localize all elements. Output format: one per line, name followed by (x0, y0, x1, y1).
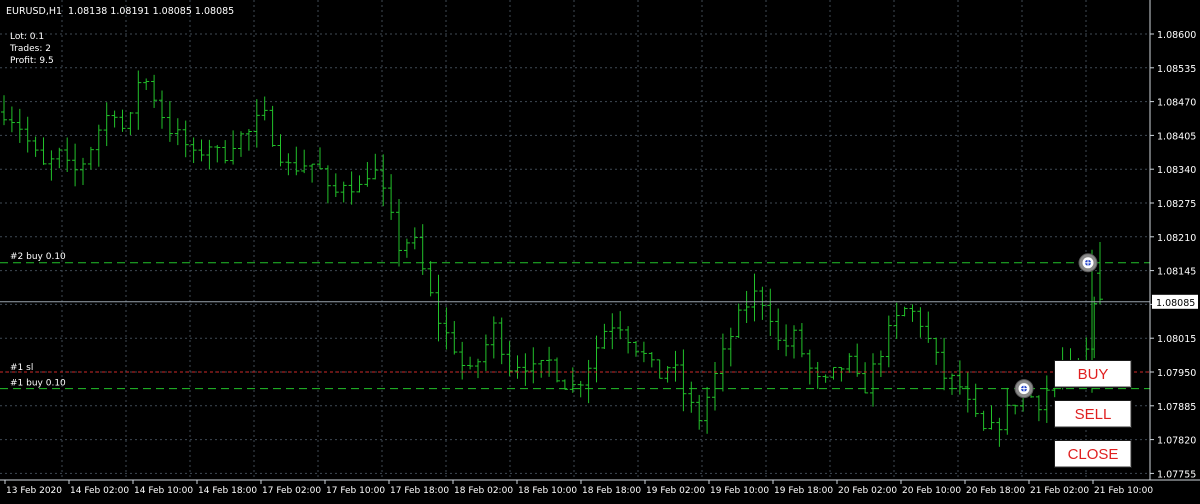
ohlc-readout: 1.08138 1.08191 1.08085 1.08085 (68, 6, 234, 17)
chart-background (0, 0, 1200, 500)
time-tick-label: 19 Feb 18:00 (774, 486, 833, 496)
price-chart[interactable]: 1.08600 1.08535 1.08470 1.08405 1.08340 1.082… (0, 0, 1200, 500)
time-tick-label: 21 Feb 02:00 (1030, 486, 1089, 496)
time-tick-label: 14 Feb 10:00 (134, 486, 193, 496)
time-tick-label: 17 Feb 02:00 (262, 486, 321, 496)
current-price-text: 1.08085 (1156, 298, 1195, 309)
price-tick-label: 1.07885 (1157, 402, 1196, 413)
order-label-buy2: #2 buy 0.10 (10, 252, 66, 262)
time-tick-label: 13 Feb 2020 (6, 486, 62, 496)
info-lot: Lot: 0.1 (10, 32, 44, 42)
price-tick-label: 1.07820 (1157, 436, 1196, 447)
close-button[interactable]: CLOSE (1054, 440, 1132, 468)
current-price-tag: 1.08085 (1152, 294, 1198, 309)
price-tick-label: 1.07755 (1157, 469, 1196, 480)
order-label-sl1: #1 sl (10, 363, 33, 373)
price-tick-label: 1.08535 (1157, 64, 1196, 75)
price-tick-label: 1.08470 (1157, 98, 1196, 109)
trade-entry-marker-icon[interactable] (1014, 379, 1034, 399)
time-tick-label: 20 Feb 02:00 (838, 486, 897, 496)
time-tick-label: 17 Feb 10:00 (326, 486, 385, 496)
price-tick-label: 1.08015 (1157, 334, 1196, 345)
price-tick-label: 1.08145 (1157, 267, 1196, 278)
buy-button[interactable]: BUY (1054, 360, 1132, 388)
price-tick-label: 1.08600 (1157, 30, 1196, 41)
time-tick-label: 20 Feb 18:00 (966, 486, 1025, 496)
time-tick-label: 18 Feb 18:00 (582, 486, 641, 496)
order-label-buy1: #1 buy 0.10 (10, 379, 66, 389)
symbol-timeframe: EURUSD,H1 (6, 6, 62, 17)
trade-entry-marker-icon[interactable] (1078, 253, 1098, 273)
time-tick-label: 21 Feb 10:00 (1094, 486, 1153, 496)
time-tick-label: 14 Feb 18:00 (198, 486, 257, 496)
price-tick-label: 1.08275 (1157, 199, 1196, 210)
price-tick-label: 1.08405 (1157, 131, 1196, 142)
time-tick-label: 19 Feb 02:00 (646, 486, 705, 496)
info-trades: Trades: 2 (9, 44, 51, 54)
price-tick-label: 1.07950 (1157, 368, 1196, 379)
time-tick-label: 20 Feb 10:00 (902, 486, 961, 496)
price-tick-label: 1.08340 (1157, 165, 1196, 176)
time-tick-label: 17 Feb 18:00 (390, 486, 449, 496)
time-tick-label: 18 Feb 02:00 (454, 486, 513, 496)
time-tick-label: 14 Feb 02:00 (70, 486, 129, 496)
ohlc-chart-canvas[interactable]: 1.08600 1.08535 1.08470 1.08405 1.08340 1.082… (0, 0, 1200, 500)
time-tick-label: 18 Feb 10:00 (518, 486, 577, 496)
price-tick-label: 1.08210 (1157, 233, 1196, 244)
time-tick-label: 19 Feb 10:00 (710, 486, 769, 496)
info-profit: Profit: 9.5 (10, 56, 54, 66)
sell-button[interactable]: SELL (1054, 400, 1132, 428)
